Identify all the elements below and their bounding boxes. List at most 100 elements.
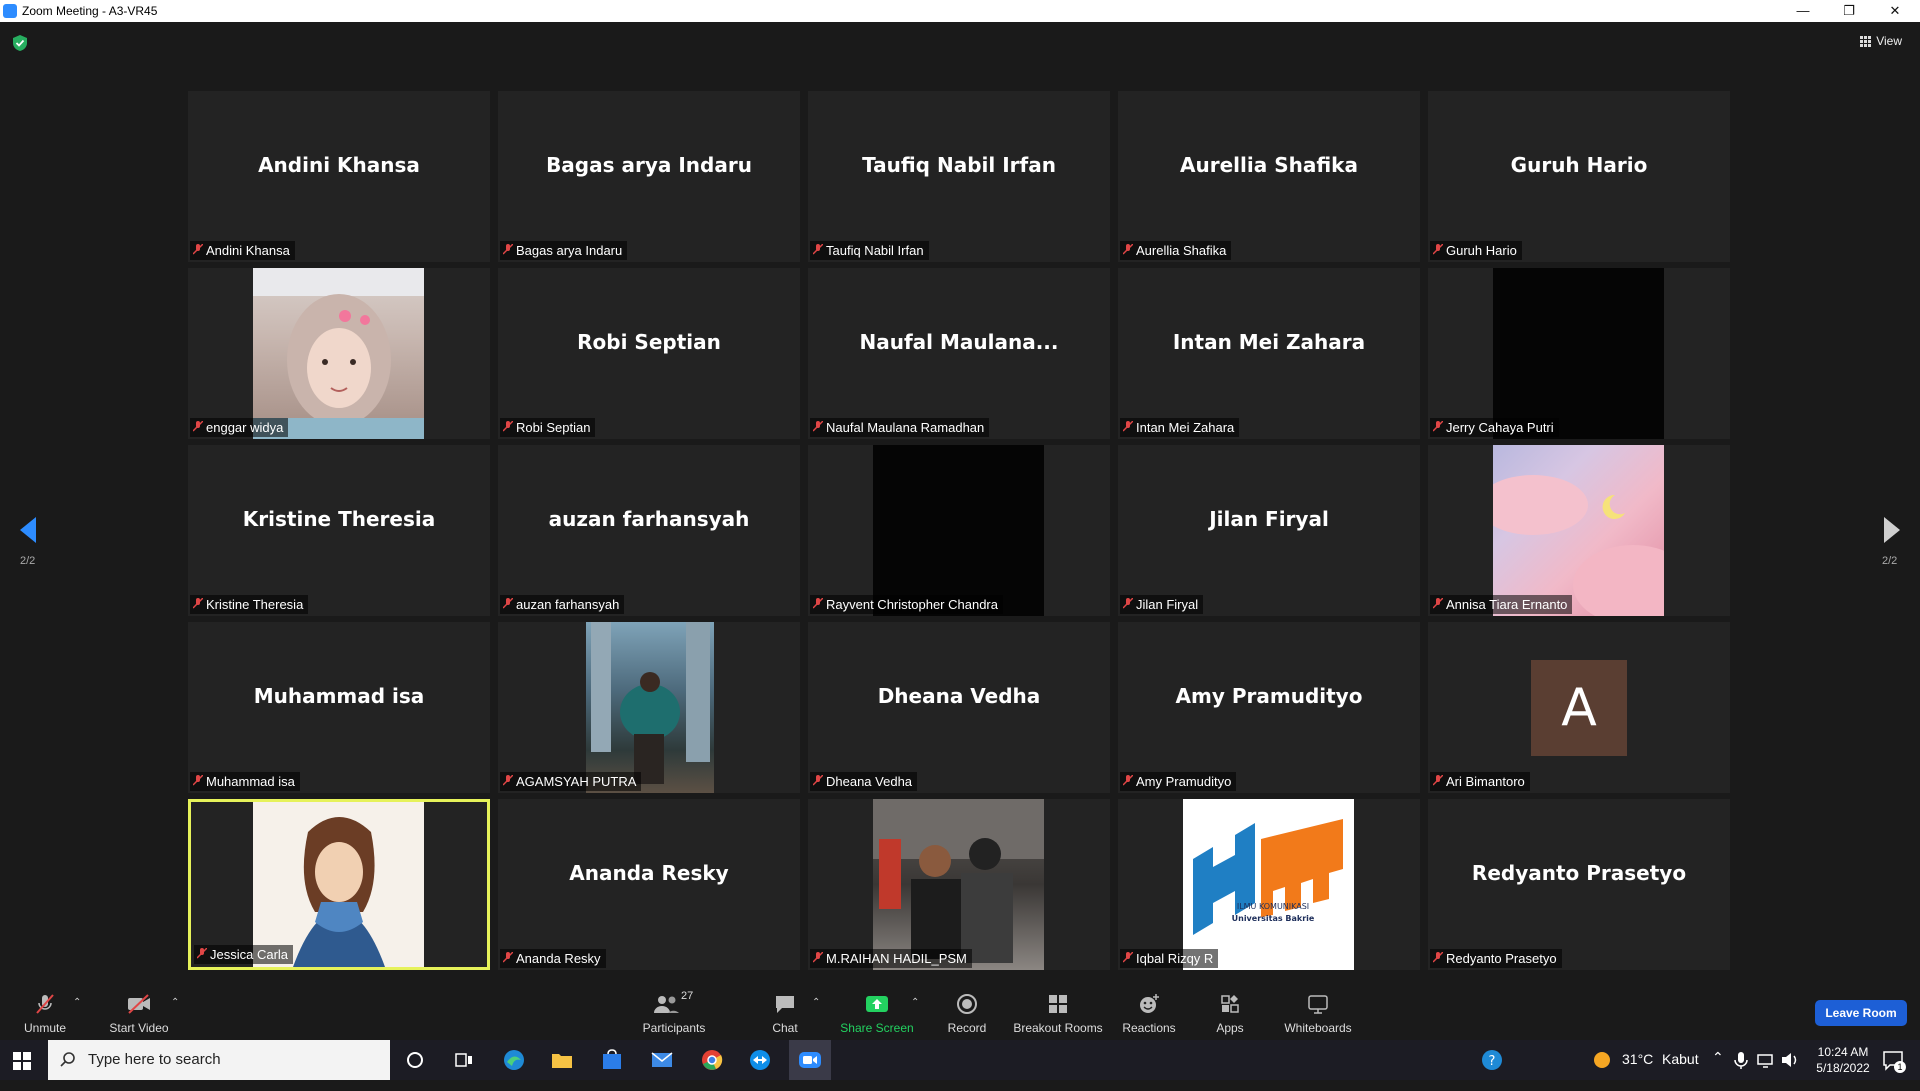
weather-description[interactable]: Kabut — [1662, 1051, 1699, 1091]
participant-display-name: Ananda Resky — [569, 861, 729, 885]
participant-tile[interactable]: ILMU KOMUNIKASI Universitas Bakrie Iqbal… — [1118, 799, 1420, 970]
participant-display-name: Andini Khansa — [258, 153, 420, 177]
grid-view-icon — [1860, 35, 1872, 47]
weather-temperature[interactable]: 31°C — [1622, 1051, 1653, 1091]
microphone-icon[interactable] — [1732, 1048, 1750, 1072]
file-explorer-icon[interactable] — [550, 1048, 574, 1072]
whiteboards-button[interactable]: Whiteboards — [1280, 985, 1356, 1040]
breakout-rooms-button[interactable]: Breakout Rooms — [1010, 985, 1106, 1040]
reactions-button[interactable]: Reactions — [1120, 985, 1178, 1040]
participant-tile[interactable]: Redyanto Prasetyo Redyanto Prasetyo — [1428, 799, 1730, 970]
muted-mic-icon — [1433, 244, 1443, 255]
zoom-icon — [799, 1052, 821, 1068]
participant-display-name: Bagas arya Indaru — [546, 153, 752, 177]
participant-tile[interactable]: Rayvent Christopher Chandra — [808, 445, 1110, 616]
participant-name: M.RAIHAN HADIL_PSM — [826, 951, 967, 966]
muted-mic-icon — [503, 421, 513, 432]
chat-button[interactable]: Chat — [760, 985, 810, 1040]
chat-bubble-icon — [776, 996, 794, 1013]
participant-tile[interactable]: Guruh Hario Guruh Hario — [1428, 91, 1730, 262]
participant-name-label: Ari Bimantoro — [1430, 772, 1530, 791]
participant-tile[interactable]: Jerry Cahaya Putri — [1428, 268, 1730, 439]
participant-tile[interactable]: Bagas arya Indaru Bagas arya Indaru — [498, 91, 800, 262]
muted-mic-icon — [813, 775, 823, 786]
volume-icon[interactable] — [1780, 1048, 1800, 1072]
chat-options-caret-icon[interactable]: ⌃ — [812, 997, 820, 1008]
teamviewer-icon[interactable] — [748, 1048, 772, 1072]
video-options-caret-icon[interactable]: ⌃ — [171, 997, 179, 1008]
unmute-label: Unmute — [23, 1021, 67, 1035]
edge-browser-icon[interactable] — [502, 1048, 526, 1072]
participants-button[interactable]: 27 Participants — [638, 985, 710, 1040]
share-options-caret-icon[interactable]: ⌃ — [911, 997, 919, 1008]
svg-text:?: ? — [1489, 1054, 1496, 1069]
participant-name: Taufiq Nabil Irfan — [826, 243, 924, 258]
participant-name: Bagas arya Indaru — [516, 243, 623, 258]
participant-tile-active-speaker[interactable]: Jessica Carla — [188, 799, 490, 970]
mic-muted-icon — [36, 994, 54, 1014]
show-hidden-icons-chevron-icon[interactable]: ⌃ — [1712, 1049, 1724, 1089]
participant-tile[interactable]: auzan farhansyah auzan farhansyah — [498, 445, 800, 616]
windows-start-icon[interactable] — [13, 1052, 31, 1070]
participant-tile[interactable]: M.RAIHAN HADIL_PSM — [808, 799, 1110, 970]
task-view-icon[interactable] — [452, 1048, 476, 1072]
taskbar-search-input[interactable]: Type here to search — [48, 1040, 390, 1080]
participant-tile[interactable]: Annisa Tiara Ernanto — [1428, 445, 1730, 616]
close-icon[interactable]: ✕ — [1872, 0, 1918, 22]
reactions-smiley-icon — [1140, 994, 1159, 1013]
participant-tile[interactable]: enggar widya — [188, 268, 490, 439]
participant-tile[interactable]: Muhammad isa Muhammad isa — [188, 622, 490, 793]
participant-tile[interactable]: Naufal Maulana... Naufal Maulana Ramadha… — [808, 268, 1110, 439]
participant-display-name: Robi Septian — [577, 330, 721, 354]
participant-tile[interactable]: Intan Mei Zahara Intan Mei Zahara — [1118, 268, 1420, 439]
apps-label: Apps — [1216, 1021, 1244, 1035]
windows-taskbar: Type here to search ? 31°C Kabut ⌃ 10:24… — [0, 1040, 1920, 1080]
audio-options-caret-icon[interactable]: ⌃ — [73, 997, 81, 1008]
participant-tile[interactable]: Aurellia Shafika Aurellia Shafika — [1118, 91, 1420, 262]
previous-page-arrow-icon[interactable] — [18, 515, 38, 545]
help-icon[interactable]: ? — [1480, 1048, 1504, 1072]
participant-tile[interactable]: AGAMSYAH PUTRA — [498, 622, 800, 793]
share-screen-button[interactable]: Share Screen — [838, 985, 916, 1040]
taskbar-clock[interactable]: 10:24 AM 5/18/2022 — [1800, 1044, 1886, 1076]
action-center-button[interactable]: 1 — [1882, 1049, 1906, 1073]
participant-tile[interactable]: Dheana Vedha Dheana Vedha — [808, 622, 1110, 793]
cortana-icon[interactable] — [403, 1048, 427, 1072]
next-page-arrow-icon[interactable] — [1882, 515, 1902, 545]
muted-mic-icon — [503, 244, 513, 255]
apps-button[interactable]: Apps — [1210, 985, 1250, 1040]
participant-name-label: Annisa Tiara Ernanto — [1430, 595, 1573, 614]
participant-name: Ari Bimantoro — [1446, 774, 1525, 789]
chrome-icon[interactable] — [700, 1048, 724, 1072]
participant-tile[interactable]: Robi Septian Robi Septian — [498, 268, 800, 439]
zoom-taskbar-button[interactable] — [789, 1040, 831, 1080]
apps-icon — [1221, 995, 1239, 1013]
participant-video — [253, 268, 424, 439]
microsoft-store-icon[interactable] — [600, 1048, 624, 1072]
muted-mic-icon — [197, 948, 207, 959]
mail-icon[interactable] — [650, 1048, 674, 1072]
participant-display-name: Guruh Hario — [1510, 153, 1648, 177]
leave-room-button[interactable]: Leave Room — [1815, 1000, 1907, 1026]
page-indicator-left: 2/2 — [20, 555, 36, 567]
record-button[interactable]: Record — [940, 985, 994, 1040]
participant-tile[interactable]: Jilan Firyal Jilan Firyal — [1118, 445, 1420, 616]
network-icon[interactable] — [1756, 1048, 1776, 1072]
view-button[interactable]: View — [1860, 34, 1902, 48]
participant-tile[interactable]: Kristine Theresia Kristine Theresia — [188, 445, 490, 616]
restore-icon[interactable]: ❐ — [1826, 0, 1872, 22]
participant-tile[interactable]: A Ari Bimantoro — [1428, 622, 1730, 793]
participant-tile[interactable]: Andini Khansa Andini Khansa — [188, 91, 490, 262]
start-video-button[interactable]: Start Video — [104, 985, 174, 1040]
participant-tile[interactable]: Taufiq Nabil Irfan Taufiq Nabil Irfan — [808, 91, 1110, 262]
participant-tile[interactable]: Amy Pramudityo Amy Pramudityo — [1118, 622, 1420, 793]
participant-tile[interactable]: Ananda Resky Ananda Resky — [498, 799, 800, 970]
participant-name-label: M.RAIHAN HADIL_PSM — [810, 949, 972, 968]
participant-name: enggar widya — [206, 420, 284, 435]
shield-check-icon[interactable] — [12, 34, 28, 52]
minimize-icon[interactable]: — — [1780, 0, 1826, 22]
participant-name: Andini Khansa — [206, 243, 290, 258]
participant-name: Dheana Vedha — [826, 774, 913, 789]
unmute-button[interactable]: Unmute — [14, 985, 76, 1040]
participant-name-label: Ananda Resky — [500, 949, 606, 968]
